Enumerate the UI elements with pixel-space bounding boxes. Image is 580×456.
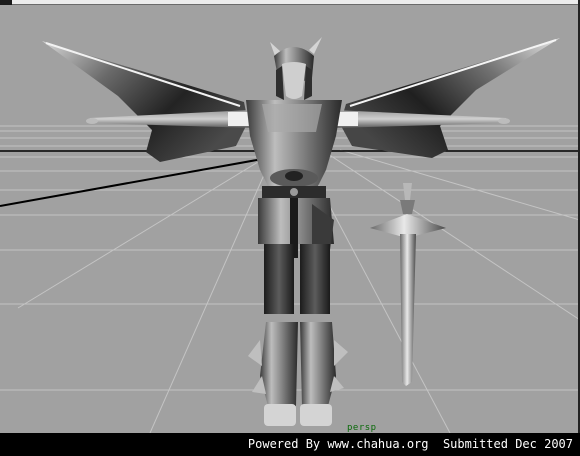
3d-scene [0,37,580,433]
left-wing [42,41,248,162]
credit-text: Powered By www.chahua.org Submitted Dec … [247,437,573,451]
camera-name-label: persp [347,423,377,433]
grid-axis-line [0,157,269,207]
sword [370,183,446,386]
face [282,62,306,99]
right-boot [300,322,336,406]
left-thigh [264,244,294,314]
credit-footer: Powered By www.chahua.org Submitted Dec … [0,433,580,456]
horn-right [309,37,322,54]
right-thigh [300,244,330,314]
maya-perspective-viewport[interactable]: persp [0,0,580,433]
